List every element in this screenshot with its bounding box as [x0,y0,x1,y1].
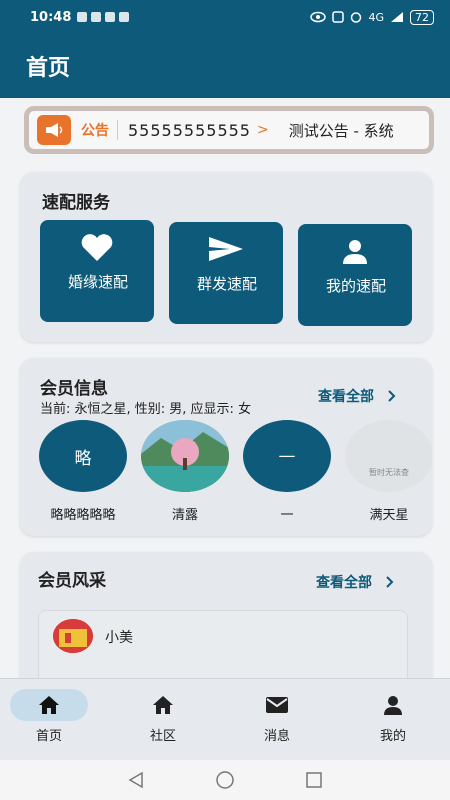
announcement-text: 测试公告 - 系统 [288,121,394,140]
nav-profile-label: 我的 [379,729,406,744]
nav-community[interactable]: 社区 [118,689,208,744]
nav-community-label: 社区 [149,729,176,744]
home-button-icon[interactable] [215,770,235,790]
send-icon [169,236,283,262]
chevron-right-icon [388,390,396,402]
announcement-bar[interactable]: 公告 55555555555 > 测试公告 - 系统 [24,106,434,154]
status-bar: 10:48 4G 72 [0,0,450,34]
member-info-title: 会员信息 [40,379,108,399]
page-title: 首页 [26,56,71,81]
status-time: 10:48 [30,9,72,25]
nav-profile[interactable]: 我的 [348,689,438,744]
member-item[interactable]: 略 略略略略略 [38,420,128,523]
marriage-match-label: 婚缘速配 [68,273,129,291]
marriage-match-button[interactable]: 婚缘速配 [40,220,154,322]
user-avatar [53,619,93,653]
notification-icons [77,12,130,22]
member-item[interactable]: 暂时无法查 满天星 [344,420,432,523]
battery-indicator: 72 [410,9,434,25]
member-name: 清露 [171,508,198,523]
member-info-card: 会员信息 查看全部 当前: 永恒之星, 性别: 男, 应显示: 女 略 略略略略… [20,358,432,536]
announcement-number: 55555555555 [128,120,251,140]
community-icon [124,689,202,721]
alarm-icon [351,12,362,23]
image-placeholder-icon: 暂时无法查 [345,420,432,492]
view-all-label: 查看全部 [316,575,372,591]
member-info-view-all[interactable]: 查看全部 [318,386,396,406]
network-label: 4G [368,10,384,24]
mail-icon [238,689,316,721]
nfc-icon [332,11,345,23]
nav-messages-label: 消息 [263,729,290,744]
home-icon [10,689,88,721]
member-showcase-view-all[interactable]: 查看全部 [316,572,394,592]
nav-home[interactable]: 首页 [4,689,94,744]
chevron-right-icon: > [256,122,269,138]
quick-service-card: 速配服务 婚缘速配 群发速配 我的速配 [20,172,432,342]
my-match-label: 我的速配 [326,277,387,295]
back-icon[interactable] [127,771,145,789]
user-name: 小美 [105,630,133,646]
member-name: 满天星 [369,508,409,523]
member-name: 略略略略略 [50,508,116,523]
announcement-tag: 公告 [81,120,118,140]
member-avatar: 略 [39,420,127,492]
nav-home-label: 首页 [35,729,62,744]
group-match-button[interactable]: 群发速配 [169,222,283,324]
current-user-info: 当前: 永恒之星, 性别: 男, 应显示: 女 [40,402,252,417]
system-navigation [0,760,450,800]
group-match-label: 群发速配 [197,275,258,293]
nav-messages[interactable]: 消息 [232,689,322,744]
signal-icon [391,12,403,22]
app-bar: 首页 [0,34,450,98]
my-match-button[interactable]: 我的速配 [298,224,412,326]
eye-icon [310,11,327,23]
member-item[interactable]: — 一 [242,420,332,523]
quick-service-title: 速配服务 [42,193,110,213]
member-item[interactable]: 清露 [140,420,230,523]
chevron-right-icon [386,576,394,588]
recents-icon[interactable] [305,771,323,789]
heart-icon [40,234,154,262]
megaphone-icon [37,115,71,145]
person-icon [298,238,412,266]
member-showcase-title: 会员风采 [38,571,106,591]
member-name: 一 [280,508,294,523]
member-avatar-photo [141,420,229,492]
bottom-navigation: 首页 社区 消息 我的 [0,678,450,760]
view-all-label: 查看全部 [318,389,374,405]
member-avatar: — [243,420,331,492]
profile-icon [354,689,432,721]
